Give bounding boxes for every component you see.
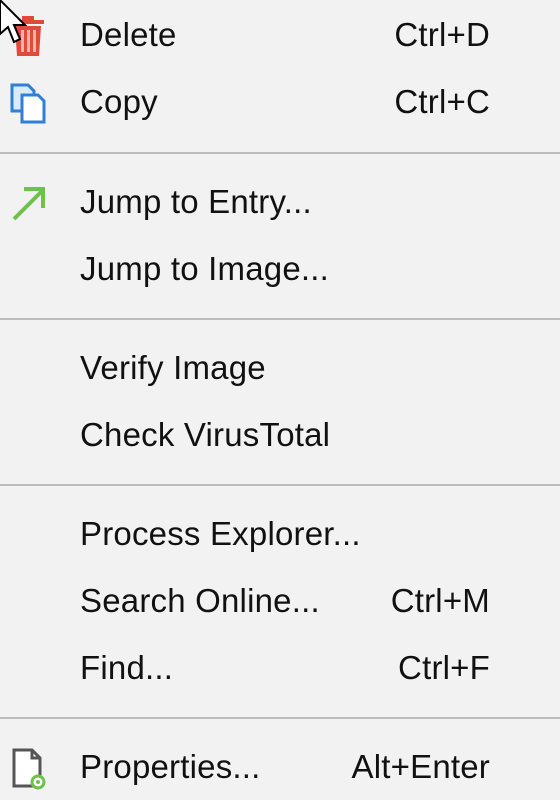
menu-item-copy-label: Copy [80,83,158,120]
properties-icon [6,746,50,790]
mouse-pointer-icon [0,0,30,46]
menu-item-properties-label: Properties... [80,748,261,785]
menu-item-properties-shortcut: Alt+Enter [351,748,490,785]
menu-item-delete-label: Delete [80,16,177,53]
menu-item-jump-to-entry-label: Jump to Entry... [80,183,312,220]
menu-item-check-virustotal[interactable]: Check VirusTotal [0,402,560,468]
menu-separator [0,152,560,154]
menu-item-search-online-label: Search Online... [80,582,320,619]
menu-item-delete[interactable]: Delete Ctrl+D [0,2,560,68]
menu-item-copy-shortcut: Ctrl+C [394,83,490,120]
menu-item-verify-image-label: Verify Image [80,349,266,386]
menu-item-check-virustotal-label: Check VirusTotal [80,416,331,453]
menu-item-verify-image[interactable]: Verify Image [0,335,560,401]
menu-separator [0,484,560,486]
menu-item-search-online-shortcut: Ctrl+M [390,582,490,619]
menu-item-delete-shortcut: Ctrl+D [394,16,490,53]
menu-item-find[interactable]: Find... Ctrl+F [0,635,560,701]
menu-item-copy[interactable]: Copy Ctrl+C [0,69,560,135]
menu-item-process-explorer[interactable]: Process Explorer... [0,501,560,567]
menu-separator [0,717,560,719]
menu-item-process-explorer-label: Process Explorer... [80,515,361,552]
menu-item-search-online[interactable]: Search Online... Ctrl+M [0,568,560,634]
menu-item-properties[interactable]: Properties... Alt+Enter [0,734,560,800]
menu-item-jump-to-entry[interactable]: Jump to Entry... [0,169,560,235]
menu-item-find-label: Find... [80,649,174,686]
context-menu: Delete Ctrl+D Copy Ctrl+C Jump to Entry.… [0,0,560,800]
menu-item-jump-to-image-label: Jump to Image... [80,250,329,287]
copy-icon [6,81,50,125]
arrow-up-right-icon [6,181,50,225]
menu-item-find-shortcut: Ctrl+F [398,649,490,686]
menu-item-jump-to-image[interactable]: Jump to Image... [0,236,560,302]
menu-separator [0,318,560,320]
